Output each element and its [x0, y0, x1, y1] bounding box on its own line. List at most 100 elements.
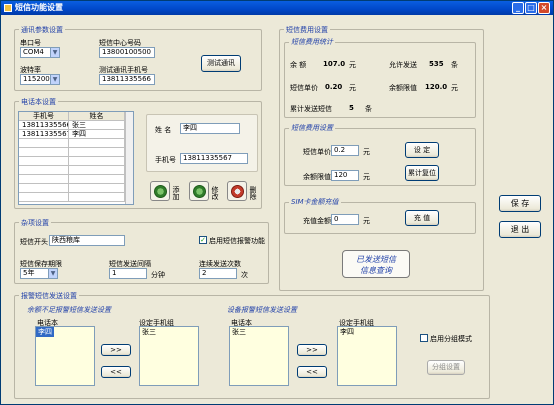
delete-label: 删除 [249, 186, 257, 200]
group-settings-button[interactable]: 分组设置 [427, 360, 465, 375]
repeat-unit: 次 [241, 271, 248, 279]
prefix-label: 短信开头 [20, 238, 48, 246]
table-cell[interactable]: 13811335567 [19, 130, 69, 139]
set-fee-button[interactable]: 设 定 [405, 142, 439, 158]
contact-edit-panel: 姓 名 李四 手机号 13811335567 [146, 114, 258, 172]
app-icon [4, 4, 12, 12]
phone-input[interactable]: 13811335567 [180, 153, 248, 164]
sms-settings-window: 短信功能设置 _ □ × 通讯参数设置 串口号 COM4 ▼ 短信中心号码 138… [0, 0, 554, 405]
name-label: 姓 名 [155, 126, 172, 134]
noalarm-title: 余额不足报警短信发送设置 [27, 306, 111, 314]
add-label: 添加 [172, 186, 180, 200]
noalarm-remove-button[interactable]: << [101, 366, 131, 378]
retention-select[interactable]: 5年 ▼ [20, 268, 58, 279]
limit-label: 余额限值 [389, 84, 417, 92]
minimize-button[interactable]: _ [512, 2, 524, 14]
price-input[interactable]: 0.2 [331, 145, 359, 156]
window-title: 短信功能设置 [15, 3, 63, 12]
recharge-input[interactable]: 0 [331, 214, 359, 225]
noalarm-group-list[interactable]: 张三 [139, 326, 199, 386]
noalarm-phonebook-list[interactable]: 李四 [35, 326, 95, 386]
limit-input-label: 余额限值 [303, 173, 331, 181]
alarm-settings-group: 报警短信发送设置 余额不足报警短信发送设置 电话本 李四 >> << 设定手机组… [14, 291, 490, 399]
interval-spinner[interactable]: 1 [109, 268, 147, 279]
interval-unit: 分钟 [151, 271, 165, 279]
query-button-line1: 已发送短信 [356, 255, 396, 264]
table-cell[interactable]: 李四 [69, 130, 125, 139]
maximize-button[interactable]: □ [525, 2, 537, 14]
list-item[interactable]: 张三 [230, 327, 288, 337]
price-unit: 元 [349, 84, 356, 92]
alarm-group-list[interactable]: 李四 [337, 326, 397, 386]
misc-legend: 杂项设置 [19, 218, 51, 228]
exit-button[interactable]: 退 出 [499, 221, 541, 238]
limit-value: 120.0 [425, 83, 448, 91]
prefix-input[interactable]: 陕西粮库 [49, 235, 125, 246]
phonebook-legend: 电话本设置 [19, 97, 58, 107]
sent-sms-query-button[interactable]: 已发送短信 信息查询 [342, 250, 410, 278]
fee-legend: 短信费用设置 [284, 25, 330, 35]
title-bar: 短信功能设置 _ □ × [1, 1, 553, 15]
close-button[interactable]: × [538, 2, 550, 14]
balance-value: 107.0 [323, 60, 346, 68]
table-cell[interactable]: 张三 [69, 121, 125, 130]
add-contact-button[interactable] [150, 181, 170, 201]
recharge-button[interactable]: 充 值 [405, 210, 439, 226]
price-value: 0.20 [325, 83, 343, 91]
port-select[interactable]: COM4 ▼ [20, 47, 60, 58]
baud-select[interactable]: 115200 ▼ [20, 74, 60, 85]
column-header[interactable]: 手机号 [19, 112, 69, 121]
misc-settings-group: 杂项设置 短信开头 陕西粮库 ✓ 启用短信报警功能 短信保存期限 5年 ▼ 短信发… [14, 218, 269, 284]
repeat-spinner[interactable]: 2 [199, 268, 237, 279]
edit-contact-button[interactable] [189, 181, 209, 201]
recharge-title: SIM卡金额充值 [289, 197, 341, 207]
price-input-unit: 元 [363, 148, 370, 156]
gear-edit-icon [193, 185, 206, 198]
gear-add-icon [154, 185, 167, 198]
fee-config-title: 短信费用设置 [289, 123, 335, 133]
balance-unit: 元 [349, 61, 356, 69]
reset-count-button[interactable]: 累计复位 [405, 165, 439, 181]
delete-contact-button[interactable] [227, 181, 247, 201]
comm-settings-group: 通讯参数设置 串口号 COM4 ▼ 短信中心号码 13800100500 波特率 … [14, 25, 262, 91]
group-mode-label: 启用分组模式 [430, 335, 472, 343]
fee-stats-group: 短信费用统计 余 额 107.0 元 允许发送 535 条 短信单价 0.20 … [284, 37, 476, 118]
save-button[interactable]: 保 存 [499, 195, 541, 212]
enable-alarm-checkbox[interactable]: ✓ [199, 236, 207, 244]
center-number-input[interactable]: 13800100500 [99, 47, 155, 58]
alarm-remove-button[interactable]: << [297, 366, 327, 378]
alarm-phonebook-list[interactable]: 张三 [229, 326, 289, 386]
list-item[interactable]: 李四 [36, 327, 54, 337]
noalarm-add-button[interactable]: >> [101, 344, 131, 356]
fee-stats-title: 短信费用统计 [289, 37, 335, 47]
phonebook-table[interactable]: 手机号 姓名 13811335566 张三 13811335567 李四 [18, 111, 134, 205]
phonebook-group: 电话本设置 手机号 姓名 13811335566 张三 13811335567 … [14, 97, 262, 209]
list-item[interactable]: 张三 [140, 327, 198, 337]
column-header[interactable]: 姓名 [69, 112, 125, 121]
table-cell[interactable]: 13811335566 [19, 121, 69, 130]
fee-config-group: 短信费用设置 短信单价 0.2 元 设 定 余额限值 120 元 累计复位 [284, 123, 476, 186]
comm-settings-legend: 通讯参数设置 [19, 25, 65, 35]
allowed-unit: 条 [451, 61, 458, 69]
recharge-label: 充值金额 [303, 217, 331, 225]
table-scrollbar[interactable] [125, 112, 133, 204]
name-input[interactable]: 李四 [180, 123, 240, 134]
limit-input[interactable]: 120 [331, 170, 359, 181]
alarm-legend: 报警短信发送设置 [19, 291, 79, 301]
query-button-line2: 信息查询 [360, 266, 392, 275]
allowed-value: 535 [429, 60, 444, 68]
delete-icon [231, 185, 244, 198]
test-phone-input[interactable]: 13811335566 [99, 74, 155, 85]
group-mode-checkbox[interactable] [420, 334, 428, 342]
limit-unit: 元 [451, 84, 458, 92]
balance-label: 余 额 [290, 61, 307, 69]
list-item[interactable]: 李四 [338, 327, 396, 337]
enable-alarm-label: 启用短信报警功能 [209, 237, 265, 245]
price-input-label: 短信单价 [303, 148, 331, 156]
limit-input-unit: 元 [363, 173, 370, 181]
test-connection-button[interactable]: 测试通讯 [201, 55, 241, 72]
allowed-label: 允许发送 [389, 61, 417, 69]
alarm-add-button[interactable]: >> [297, 344, 327, 356]
price-label: 短信单价 [290, 84, 318, 92]
sent-label: 累计发送短信 [290, 105, 332, 113]
